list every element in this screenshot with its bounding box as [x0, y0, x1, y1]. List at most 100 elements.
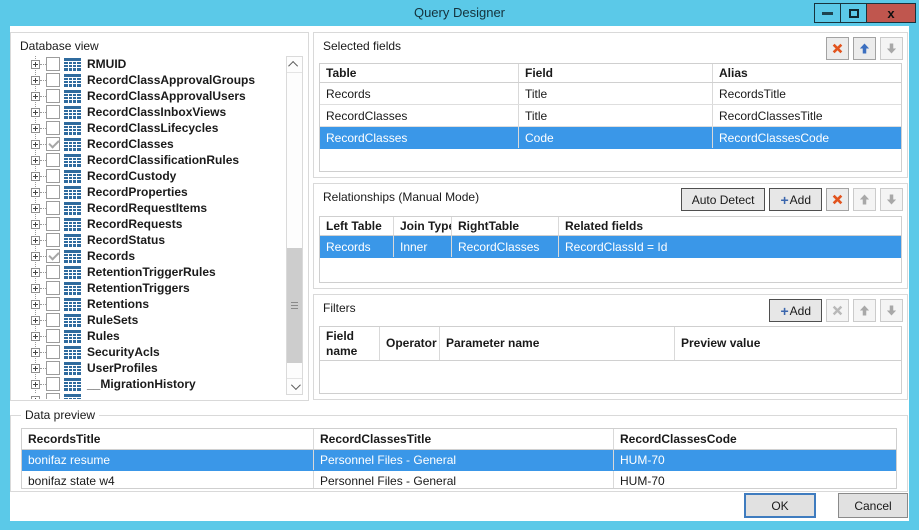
table-checkbox[interactable]: [46, 281, 60, 295]
table-checkbox[interactable]: [46, 201, 60, 215]
add-relationship-button[interactable]: +Add: [769, 188, 822, 211]
table-checkbox[interactable]: [46, 105, 60, 119]
tree-item[interactable]: RecordRequests: [12, 216, 281, 232]
expand-plus-icon[interactable]: [31, 332, 40, 341]
column-header[interactable]: Table: [320, 64, 519, 82]
tree-item[interactable]: RetentionTriggers: [12, 280, 281, 296]
column-header[interactable]: Join Type: [394, 217, 452, 235]
table-checkbox[interactable]: [46, 233, 60, 247]
table-row[interactable]: RecordClasses Code RecordClassesCode: [320, 127, 901, 149]
tree-item[interactable]: RecordClassApprovalUsers: [12, 88, 281, 104]
expand-plus-icon[interactable]: [31, 300, 40, 309]
table-checkbox[interactable]: [46, 361, 60, 375]
tree-item[interactable]: RecordClasses: [12, 136, 281, 152]
table-row[interactable]: bonifaz resume Personnel Files - General…: [22, 450, 896, 471]
move-relationship-up-button[interactable]: [853, 188, 876, 211]
minimize-button[interactable]: [814, 3, 841, 23]
table-checkbox[interactable]: [46, 217, 60, 231]
tree-item[interactable]: RecordClassInboxViews: [12, 104, 281, 120]
expand-plus-icon[interactable]: [31, 76, 40, 85]
tree-item[interactable]: RuleSets: [12, 312, 281, 328]
add-filter-button[interactable]: +Add: [769, 299, 822, 322]
expand-plus-icon[interactable]: [31, 140, 40, 149]
table-checkbox[interactable]: [46, 313, 60, 327]
expand-plus-icon[interactable]: [31, 204, 40, 213]
expand-plus-icon[interactable]: [31, 252, 40, 261]
table-row[interactable]: bonifaz state w4 Personnel Files - Gener…: [22, 471, 896, 489]
tree-item[interactable]: RecordClassApprovalGroups: [12, 72, 281, 88]
table-checkbox[interactable]: [46, 377, 60, 391]
table-checkbox[interactable]: [46, 137, 60, 151]
expand-plus-icon[interactable]: [31, 172, 40, 181]
table-checkbox[interactable]: [46, 329, 60, 343]
move-relationship-down-button[interactable]: [880, 188, 903, 211]
expand-plus-icon[interactable]: [31, 316, 40, 325]
delete-filter-button[interactable]: [826, 299, 849, 322]
table-checkbox[interactable]: [46, 57, 60, 71]
tree-item[interactable]: RecordProperties: [12, 184, 281, 200]
table-row[interactable]: Records Inner RecordClasses RecordClassI…: [320, 236, 901, 258]
expand-plus-icon[interactable]: [31, 396, 40, 400]
tree-item[interactable]: [12, 392, 281, 399]
scroll-down-button[interactable]: [287, 378, 302, 394]
table-checkbox[interactable]: [46, 153, 60, 167]
expand-plus-icon[interactable]: [31, 380, 40, 389]
tree-item[interactable]: RecordClassificationRules: [12, 152, 281, 168]
tree-item[interactable]: UserProfiles: [12, 360, 281, 376]
expand-plus-icon[interactable]: [31, 220, 40, 229]
tree-item[interactable]: Retentions: [12, 296, 281, 312]
column-header[interactable]: Operator: [380, 327, 440, 360]
expand-plus-icon[interactable]: [31, 268, 40, 277]
expand-plus-icon[interactable]: [31, 92, 40, 101]
column-header[interactable]: Related fields: [559, 217, 901, 235]
delete-field-button[interactable]: [826, 37, 849, 60]
table-checkbox[interactable]: [46, 169, 60, 183]
tree-item[interactable]: Rules: [12, 328, 281, 344]
expand-plus-icon[interactable]: [31, 348, 40, 357]
table-checkbox[interactable]: [46, 185, 60, 199]
table-checkbox[interactable]: [46, 265, 60, 279]
table-checkbox[interactable]: [46, 393, 60, 399]
table-checkbox[interactable]: [46, 345, 60, 359]
expand-plus-icon[interactable]: [31, 236, 40, 245]
tree-item[interactable]: RetentionTriggerRules: [12, 264, 281, 280]
expand-plus-icon[interactable]: [31, 156, 40, 165]
expand-plus-icon[interactable]: [31, 188, 40, 197]
expand-plus-icon[interactable]: [31, 124, 40, 133]
maximize-button[interactable]: [840, 3, 867, 23]
table-row[interactable]: RecordClasses Title RecordClassesTitle: [320, 105, 901, 127]
table-checkbox[interactable]: [46, 297, 60, 311]
delete-relationship-button[interactable]: [826, 188, 849, 211]
tree-item[interactable]: RecordClassLifecycles: [12, 120, 281, 136]
close-button[interactable]: x: [866, 3, 916, 23]
expand-plus-icon[interactable]: [31, 108, 40, 117]
tree-item[interactable]: __MigrationHistory: [12, 376, 281, 392]
tree-item[interactable]: RMUID: [12, 56, 281, 72]
tree-item[interactable]: Records: [12, 248, 281, 264]
auto-detect-button[interactable]: Auto Detect: [681, 188, 766, 211]
column-header[interactable]: Parameter name: [440, 327, 675, 360]
column-header[interactable]: Field name: [320, 327, 380, 360]
column-header[interactable]: RightTable: [452, 217, 559, 235]
table-checkbox[interactable]: [46, 89, 60, 103]
move-filter-down-button[interactable]: [880, 299, 903, 322]
tree-item[interactable]: RecordCustody: [12, 168, 281, 184]
column-header[interactable]: Preview value: [675, 327, 901, 360]
column-header[interactable]: RecordsTitle: [22, 429, 314, 449]
tree-item[interactable]: SecurityAcls: [12, 344, 281, 360]
column-header[interactable]: RecordClassesTitle: [314, 429, 614, 449]
tree-scrollbar[interactable]: [286, 56, 303, 395]
column-header[interactable]: RecordClassesCode: [614, 429, 896, 449]
column-header[interactable]: Field: [519, 64, 713, 82]
move-filter-up-button[interactable]: [853, 299, 876, 322]
column-header[interactable]: Alias: [713, 64, 901, 82]
title-bar[interactable]: Query Designer x: [0, 0, 919, 26]
move-field-up-button[interactable]: [853, 37, 876, 60]
cancel-button[interactable]: Cancel: [838, 493, 908, 518]
column-header[interactable]: Left Table: [320, 217, 394, 235]
table-checkbox[interactable]: [46, 249, 60, 263]
move-field-down-button[interactable]: [880, 37, 903, 60]
table-checkbox[interactable]: [46, 73, 60, 87]
expand-plus-icon[interactable]: [31, 60, 40, 69]
table-checkbox[interactable]: [46, 121, 60, 135]
